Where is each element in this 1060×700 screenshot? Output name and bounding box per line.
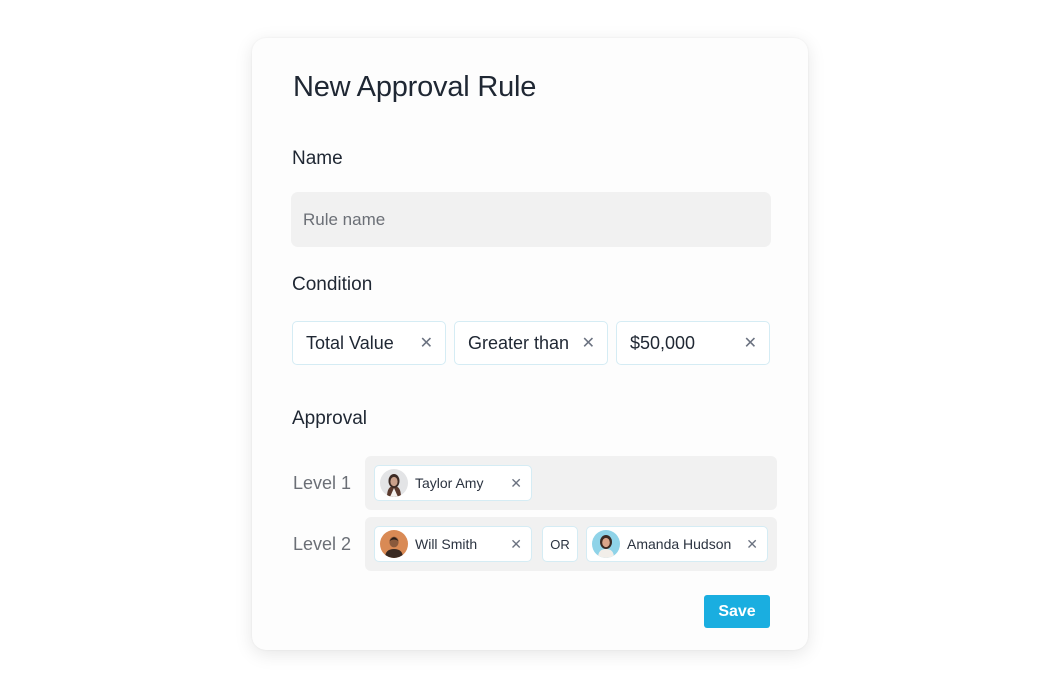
condition-chip-label: $50,000 [630,332,696,353]
close-icon[interactable]: ✕ [582,333,595,353]
level-2-label: Level 2 [293,534,352,554]
condition-chip-field[interactable]: Total Value ✕ [292,321,446,365]
rule-name-input[interactable] [291,192,771,247]
approver-name: Will Smith [415,536,478,552]
name-label: Name [292,148,343,169]
level-1-label: Level 1 [293,473,352,493]
approver-name: Taylor Amy [415,475,484,491]
close-icon[interactable]: ✕ [744,333,757,353]
approver-chip-will-smith[interactable]: Will Smith ✕ [374,526,532,562]
approval-rule-dialog: New Approval Rule Name Condition Total V… [252,38,808,650]
condition-chip-value[interactable]: $50,000 ✕ [616,321,770,365]
condition-chip-operator[interactable]: Greater than ✕ [454,321,608,365]
avatar [380,530,408,558]
avatar [380,469,408,497]
dialog-title: New Approval Rule [293,71,537,103]
save-button[interactable]: Save [704,595,770,628]
approver-chip-taylor-amy[interactable]: Taylor Amy ✕ [374,465,532,501]
condition-chip-label: Greater than [468,332,570,353]
level-1-approvers[interactable]: Taylor Amy ✕ [365,456,777,510]
level-2-approvers[interactable]: Will Smith ✕ OR Amanda Hudson ✕ [365,517,777,571]
avatar [592,530,620,558]
approval-label: Approval [292,408,367,429]
condition-label: Condition [292,274,373,295]
close-icon[interactable]: ✕ [420,333,433,353]
close-icon[interactable]: ✕ [746,536,758,553]
close-icon[interactable]: ✕ [510,475,522,492]
condition-chip-label: Total Value [306,332,394,353]
approver-chip-amanda-hudson[interactable]: Amanda Hudson ✕ [586,526,768,562]
approver-name: Amanda Hudson [627,536,732,552]
close-icon[interactable]: ✕ [510,536,522,553]
or-connector: OR [542,526,578,562]
